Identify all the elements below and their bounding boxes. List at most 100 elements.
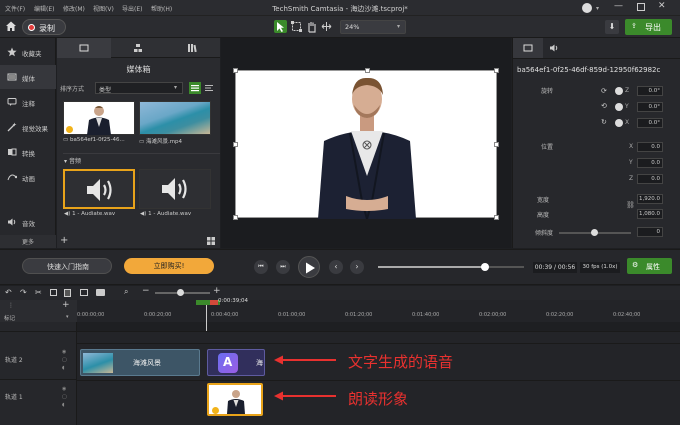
chevron-down-icon[interactable]: ▾: [66, 314, 69, 320]
tab-audio-properties[interactable]: [549, 43, 559, 55]
search-icon[interactable]: ⌕: [124, 287, 128, 297]
zoom-select[interactable]: 24% ▾: [340, 20, 406, 34]
eye-icon[interactable]: ◉: [62, 386, 66, 392]
clip-avatar[interactable]: [207, 383, 263, 416]
scrubber-fill: [378, 266, 485, 268]
media-thumb-audio-2[interactable]: [139, 169, 211, 209]
rotation-dial[interactable]: [615, 87, 623, 95]
sort-select[interactable]: 类型 ▾: [95, 82, 183, 94]
media-thumb-beach[interactable]: [139, 101, 211, 135]
audio-section-header[interactable]: ▾ 音频: [64, 156, 81, 165]
clip-beach[interactable]: 海滩风景: [80, 349, 200, 376]
resize-handle[interactable]: [365, 68, 370, 73]
nav-visual-effects[interactable]: 视觉效果: [0, 115, 56, 139]
avatar-icon[interactable]: [582, 3, 592, 13]
mute-icon[interactable]: ◖: [62, 365, 65, 371]
crop-tool-icon[interactable]: [290, 20, 303, 33]
rotation-dial[interactable]: [615, 119, 623, 127]
view-thumbnails-icon[interactable]: [189, 82, 201, 94]
tab-visual-properties[interactable]: [513, 38, 543, 58]
eye-icon[interactable]: ◉: [62, 349, 66, 355]
grid-view-icon[interactable]: [205, 236, 217, 246]
media-thumb-audio-1[interactable]: [63, 169, 135, 209]
view-details-icon[interactable]: [203, 82, 215, 94]
buy-now-button[interactable]: 立即购买!: [124, 258, 214, 274]
fps-display[interactable]: 30 fps (1.0x): [580, 262, 620, 273]
pan-tool-icon[interactable]: [305, 20, 318, 33]
nav-annotations[interactable]: 注释: [0, 90, 56, 114]
step-back-icon[interactable]: ⏮: [254, 260, 268, 274]
tilt-slider-thumb[interactable]: [591, 229, 598, 236]
nav-audio-effects[interactable]: 音效: [0, 210, 56, 234]
width-field[interactable]: 1,920.0: [637, 194, 663, 204]
tilt-field[interactable]: 0: [637, 227, 663, 237]
axis-y-label: Y: [625, 103, 629, 110]
position-y-field[interactable]: 0.0: [637, 158, 663, 168]
scrubber-track[interactable]: [378, 266, 524, 268]
redo-icon[interactable]: ↷: [20, 288, 27, 297]
rotation-x-field[interactable]: 0.0°: [637, 118, 663, 128]
media-thumb-avatar[interactable]: [63, 101, 135, 135]
nav-animations[interactable]: 动画: [0, 165, 56, 189]
position-z-field[interactable]: 0.0: [637, 174, 663, 184]
tab-media-bin[interactable]: [57, 38, 111, 58]
undo-icon[interactable]: ↶: [5, 288, 12, 297]
copy-icon[interactable]: [50, 289, 57, 296]
resize-handle[interactable]: [494, 68, 499, 73]
add-track-button[interactable]: +: [62, 300, 70, 310]
close-icon[interactable]: ✕: [658, 1, 666, 11]
split-icon[interactable]: [80, 289, 88, 296]
zoom-out-button[interactable]: −: [142, 286, 150, 296]
height-field[interactable]: 1,080.0: [637, 209, 663, 219]
minimize-icon[interactable]: —: [614, 1, 623, 11]
resize-handle[interactable]: [233, 142, 238, 147]
scrubber-thumb[interactable]: [480, 263, 489, 271]
select-tool-icon[interactable]: [274, 20, 287, 33]
axis-y-label: Y: [629, 159, 633, 166]
add-media-button[interactable]: +: [60, 236, 68, 246]
properties-button[interactable]: ⚙ 属性: [627, 258, 672, 274]
chevron-down-icon[interactable]: ▾: [596, 5, 599, 12]
selection-end-handle[interactable]: [210, 300, 218, 305]
time-display: 00:39 / 00:56: [533, 262, 577, 273]
stock-media-icon[interactable]: [187, 43, 197, 55]
lock-icon[interactable]: ▢: [62, 357, 67, 363]
camera-icon[interactable]: [96, 289, 105, 296]
nav-more[interactable]: 更多: [0, 235, 56, 248]
nav-label: 视觉效果: [22, 125, 48, 133]
resize-handle[interactable]: [494, 142, 499, 147]
previous-icon[interactable]: ‹: [329, 260, 343, 274]
next-icon[interactable]: ›: [350, 260, 364, 274]
resize-handle[interactable]: [233, 68, 238, 73]
rotation-z-field[interactable]: 0.0°: [637, 86, 663, 96]
play-button[interactable]: [298, 256, 320, 278]
library-icon[interactable]: [133, 43, 143, 55]
position-x-field[interactable]: 0.0: [637, 142, 663, 152]
resize-handle[interactable]: [233, 215, 238, 220]
cut-icon[interactable]: ✂: [35, 288, 42, 297]
lock-icon[interactable]: ▢: [62, 394, 67, 400]
step-forward-icon[interactable]: ⏭: [276, 260, 290, 274]
magnet-icon[interactable]: ⋮: [8, 302, 14, 309]
link-icon[interactable]: ⛓: [626, 201, 635, 209]
rotation-dial[interactable]: [615, 103, 623, 111]
paste-icon[interactable]: [64, 289, 71, 297]
export-button[interactable]: ⇪ 导出: [625, 19, 672, 35]
zoom-in-button[interactable]: +: [213, 286, 221, 296]
maximize-icon[interactable]: [637, 3, 645, 11]
timeline-zoom-thumb[interactable]: [177, 289, 184, 296]
properties-panel: ba564ef1-0f25-46df-859d-12950f62982c 旋转 …: [512, 38, 680, 248]
clip-text-to-speech[interactable]: A 海: [207, 349, 265, 376]
nav-favorites[interactable]: 收藏夹: [0, 40, 56, 64]
resize-handle[interactable]: [494, 215, 499, 220]
mute-icon[interactable]: ◖: [62, 402, 65, 408]
preview-canvas[interactable]: [233, 68, 499, 220]
timeline-ruler[interactable]: 0:00:00;00 0:00:20;00 0:00:40;00 0:01:00;00…: [77, 300, 680, 322]
rotation-y-field[interactable]: 0.0°: [637, 102, 663, 112]
nav-media[interactable]: 媒体: [0, 65, 56, 89]
home-icon[interactable]: [5, 20, 17, 32]
zoom-fit-icon[interactable]: [320, 20, 333, 33]
quick-start-guide-button[interactable]: 快速入门指南: [22, 258, 112, 274]
nav-transitions[interactable]: 转换: [0, 140, 56, 164]
download-icon[interactable]: ⬇: [605, 20, 619, 34]
